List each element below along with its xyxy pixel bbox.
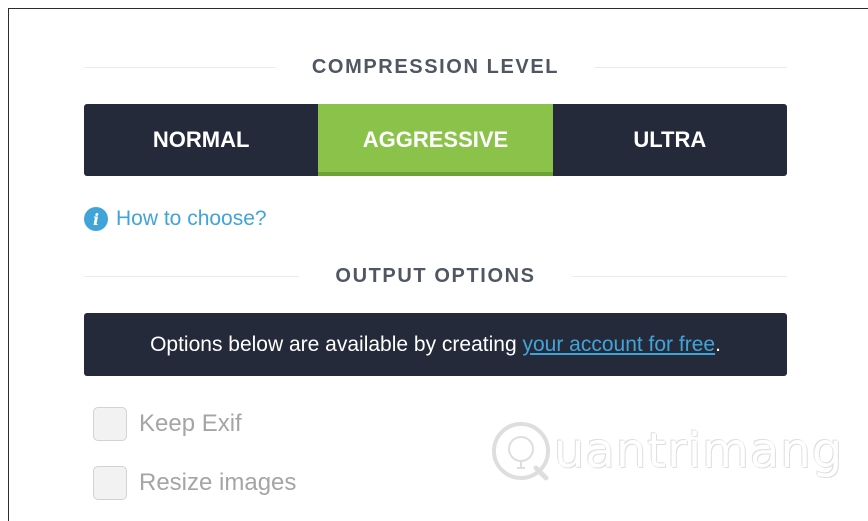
divider-right [595, 66, 788, 68]
level-ultra-button[interactable]: ULTRA [553, 104, 787, 176]
watermark-q-icon [492, 422, 550, 481]
output-options-title: OUTPUT OPTIONS [335, 264, 536, 287]
watermark-text: uantrimang [554, 423, 844, 479]
divider-right [571, 275, 787, 277]
compression-level-heading: COMPRESSION LEVEL [84, 52, 788, 82]
how-to-choose-label: How to choose? [116, 207, 267, 230]
divider-left [84, 275, 300, 277]
create-account-link[interactable]: your account for free [522, 333, 715, 356]
compression-level-title: COMPRESSION LEVEL [311, 55, 560, 78]
divider-left [84, 66, 276, 68]
account-notice-banner: Options below are available by creating … [84, 313, 787, 376]
level-normal-button[interactable]: NORMAL [84, 104, 318, 176]
output-options-heading: OUTPUT OPTIONS [84, 261, 787, 291]
resize-images-option[interactable]: Resize images [93, 465, 296, 501]
keep-exif-checkbox[interactable] [93, 407, 127, 441]
compression-level-selector: NORMAL AGGRESSIVE ULTRA [84, 104, 787, 176]
level-aggressive-button[interactable]: AGGRESSIVE [318, 104, 553, 176]
keep-exif-label: Keep Exif [139, 410, 242, 437]
resize-images-checkbox[interactable] [93, 466, 127, 500]
keep-exif-option[interactable]: Keep Exif [93, 406, 242, 442]
watermark-logo: uantrimang [488, 418, 843, 484]
resize-images-label: Resize images [139, 469, 297, 496]
how-to-choose-link[interactable]: i How to choose? [84, 206, 267, 232]
notice-text-start: Options below are available by creating [150, 332, 523, 356]
notice-text-end: . [715, 332, 721, 356]
info-icon: i [84, 207, 108, 231]
notice-text: Options below are available by creating … [150, 333, 721, 357]
